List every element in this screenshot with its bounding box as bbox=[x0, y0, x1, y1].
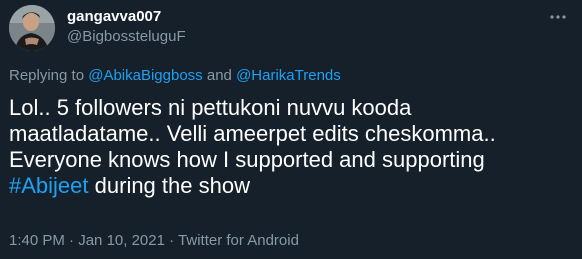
tweet-text-line: Lol.. 5 followers ni pettukoni nuvvu koo… bbox=[9, 95, 412, 120]
replying-to-line: Replying to @AbikaBiggboss and @HarikaTr… bbox=[9, 67, 341, 85]
user-handle[interactable]: @BigbossteluguF bbox=[67, 28, 186, 46]
tweet-text: Lol.. 5 followers ni pettukoni nuvvu koo… bbox=[9, 95, 569, 199]
tweet-text-line: maatladatame.. Velli ameerpet edits ches… bbox=[9, 121, 496, 146]
tweet-date[interactable]: Jan 10, 2021 bbox=[78, 232, 165, 249]
avatar[interactable] bbox=[9, 5, 55, 51]
mention-link[interactable]: @AbikaBiggboss bbox=[88, 67, 202, 84]
meta-separator: · bbox=[169, 232, 175, 249]
display-name[interactable]: gangavva007 bbox=[67, 8, 161, 26]
avatar-photo-icon bbox=[9, 5, 55, 51]
tweet-text-line: #Abijeet during the show bbox=[9, 173, 569, 199]
tweet-card: gangavva007 @BigbossteluguF Replying to … bbox=[0, 0, 582, 259]
tweet-source[interactable]: Twitter for Android bbox=[178, 232, 299, 249]
hashtag-link[interactable]: #Abijeet bbox=[9, 173, 89, 198]
tweet-text-fragment: during the show bbox=[94, 173, 250, 198]
more-dots-icon[interactable] bbox=[548, 8, 568, 26]
mention-link[interactable]: @HarikaTrends bbox=[236, 67, 341, 84]
replying-conjunction: and bbox=[206, 67, 232, 84]
more-dots-icon bbox=[550, 15, 566, 19]
tweet-time[interactable]: 1:40 PM bbox=[9, 232, 65, 249]
replying-to-label: Replying to bbox=[9, 67, 85, 84]
tweet-text-line: Everyone knows how I supported and suppo… bbox=[9, 147, 485, 172]
tweet-metadata: 1:40 PM · Jan 10, 2021 · Twitter for And… bbox=[9, 232, 299, 250]
meta-separator: · bbox=[69, 232, 75, 249]
